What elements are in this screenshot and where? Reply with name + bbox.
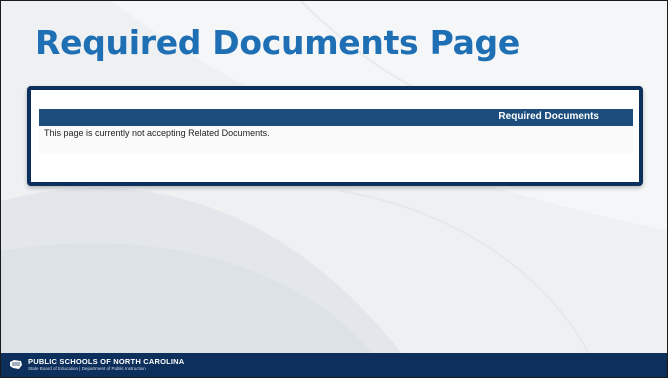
panel-body: This page is currently not accepting Rel… [39, 126, 633, 154]
required-documents-panel: Required Documents This page is currentl… [39, 100, 633, 154]
slide: Required Documents Page Required Documen… [0, 0, 668, 378]
footer-bar: PUBLIC SCHOOLS OF NORTH CAROLINA State B… [1, 353, 667, 377]
footer-subtitle: State Board of Education | Department of… [28, 366, 146, 371]
footer-organization: PUBLIC SCHOOLS OF NORTH CAROLINA [28, 357, 185, 366]
page-title: Required Documents Page [35, 23, 520, 62]
panel-header: Required Documents [39, 109, 633, 126]
screenshot-frame: Required Documents This page is currentl… [27, 86, 643, 186]
status-message: This page is currently not accepting Rel… [44, 128, 270, 138]
panel-header-label: Required Documents [498, 111, 599, 122]
nc-map-logo-icon [10, 360, 22, 369]
